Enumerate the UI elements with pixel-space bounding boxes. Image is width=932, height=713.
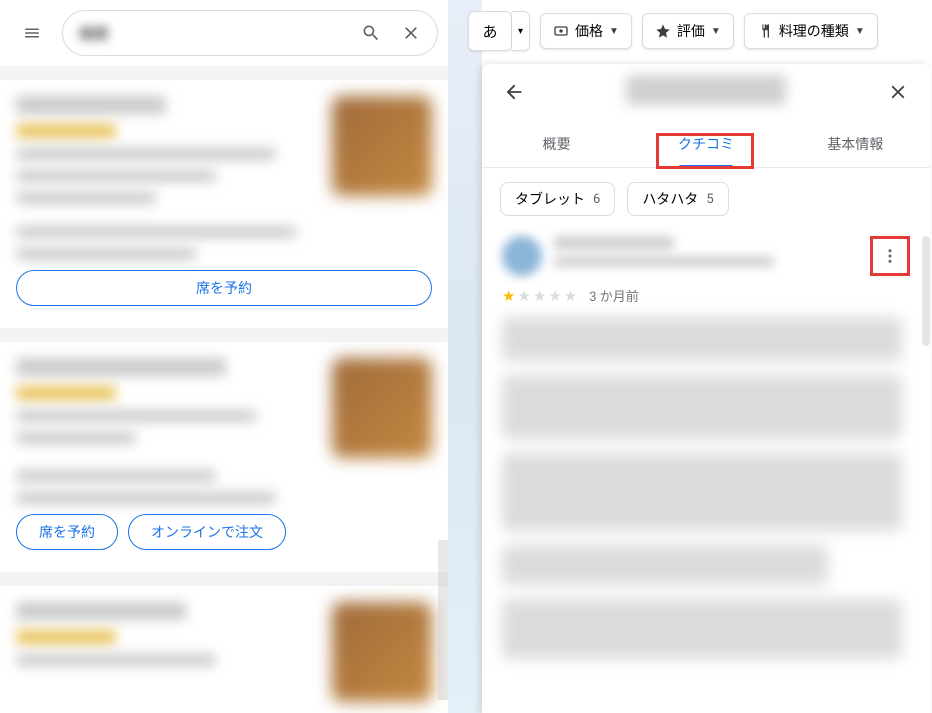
tab-about[interactable]: 基本情報 [781,120,930,167]
topic-chip[interactable]: タブレット 6 [500,182,615,216]
hamburger-icon [23,24,41,42]
result-card-top [16,602,432,702]
filter-rating[interactable]: 評価 ▼ [642,13,734,49]
close-panel-button[interactable] [878,72,918,112]
more-vertical-icon [881,247,899,265]
review-more-button[interactable] [870,236,910,276]
star-icon [655,23,671,39]
reviewer-name-block [554,236,870,273]
place-review-panel: 概要 クチコミ 基本情報 タブレット 6 ハタハタ 5 ★★★★★ 3 か月前 [482,64,930,713]
price-icon [553,23,569,39]
search-bar-row [0,0,448,66]
menu-button[interactable] [10,11,54,55]
order-online-button[interactable]: オンラインで注文 [128,514,286,550]
topic-chip-label: ハタハタ [642,189,698,209]
result-card-top [16,358,432,458]
topic-chip-count: 5 [706,192,713,207]
clear-search-button[interactable] [391,13,431,53]
result-thumbnail [332,358,432,458]
search-input[interactable] [79,25,351,42]
map-background[interactable] [448,0,482,713]
review-header [502,236,910,276]
review-panel-header [482,64,930,120]
reviewer-avatar[interactable] [502,236,542,276]
search-results-panel: 席を予約 席を予約 オンラインで注文 [0,0,448,713]
tab-reviews[interactable]: クチコミ [631,120,780,167]
filter-price[interactable]: 価格 ▼ [540,13,632,49]
chevron-down-icon: ▼ [711,26,721,37]
search-field-container [62,10,438,56]
map-filter-bar: あ ▾ 価格 ▼ 評価 ▼ 料理の種類 ▼ [468,10,932,52]
filter-rating-label: 評価 [677,21,705,41]
result-thumbnail [332,96,432,196]
cuisine-icon [757,23,773,39]
scrollbar[interactable] [438,540,448,700]
arrow-left-icon [503,81,525,103]
chevron-down-icon: ▼ [855,26,865,37]
result-card[interactable] [0,586,448,713]
review-item: ★★★★★ 3 か月前 [482,230,930,679]
result-info [16,358,320,458]
close-icon [887,81,909,103]
topic-chip-label: タブレット [515,189,585,209]
result-card[interactable]: 席を予約 オンラインで注文 [0,342,448,572]
topic-chip-count: 6 [593,192,600,207]
reserve-seat-button[interactable]: 席を予約 [16,270,432,306]
review-stars: ★★★★★ [502,287,579,305]
result-thumbnail [332,602,432,702]
input-method-dropdown[interactable]: ▾ [512,11,530,51]
topic-chips-row: タブレット 6 ハタハタ 5 [482,168,930,230]
filter-price-label: 価格 [575,21,603,41]
search-icon [361,23,381,43]
review-rating-row: ★★★★★ 3 か月前 [502,286,910,305]
search-button[interactable] [351,13,391,53]
result-card[interactable]: 席を予約 [0,80,448,328]
topic-chip[interactable]: ハタハタ 5 [627,182,728,216]
back-button[interactable] [494,72,534,112]
filter-cuisine-label: 料理の種類 [779,21,849,41]
result-info [16,602,320,702]
place-title [534,75,878,109]
result-card-top [16,96,432,214]
review-body [502,317,910,659]
reserve-seat-button[interactable]: 席を予約 [16,514,118,550]
scrollbar[interactable] [922,236,930,346]
chevron-down-icon: ▼ [609,26,619,37]
place-tabs: 概要 クチコミ 基本情報 [482,120,930,168]
result-info [16,96,320,214]
close-icon [401,23,421,43]
input-method-toggle[interactable]: あ [468,11,512,51]
review-time-ago: 3 か月前 [589,286,639,305]
tab-overview[interactable]: 概要 [482,120,631,167]
filter-cuisine[interactable]: 料理の種類 ▼ [744,13,878,49]
